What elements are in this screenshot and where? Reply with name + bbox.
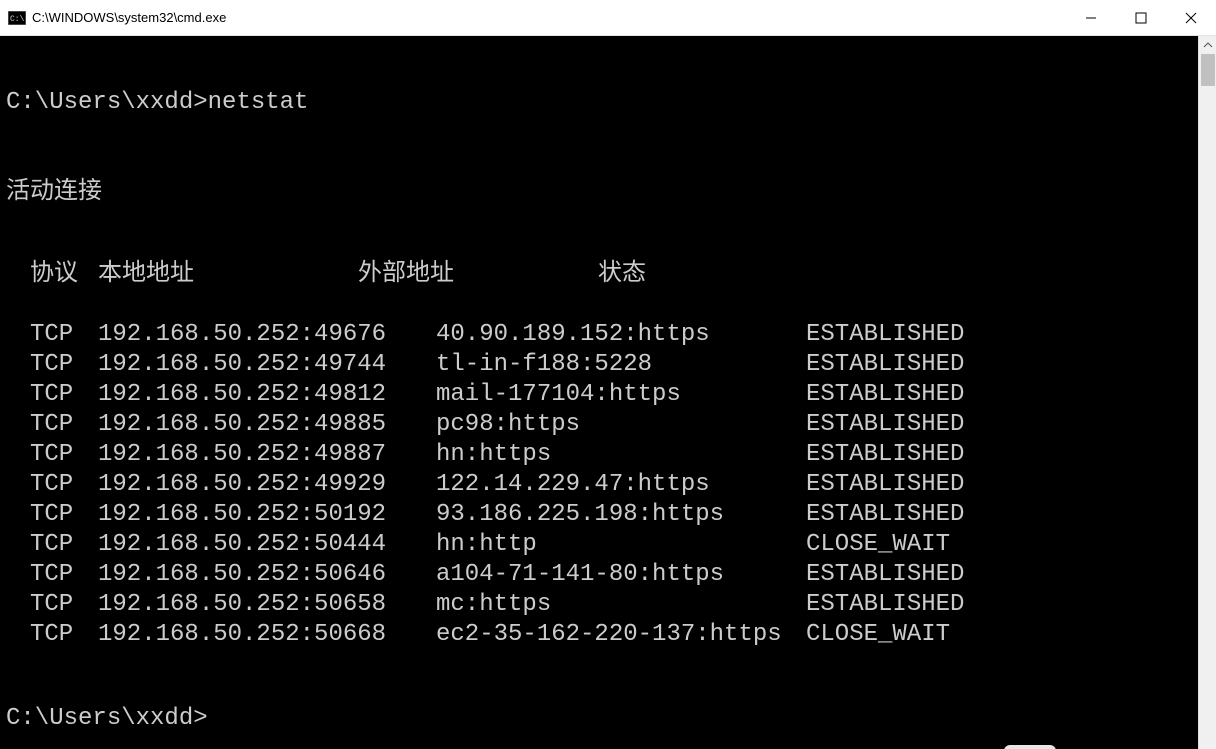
- connection-row: TCP192.168.50.252:50668ec2-35-162-220-13…: [6, 620, 1198, 650]
- cell-state: CLOSE_WAIT: [806, 620, 950, 650]
- cell-proto: TCP: [6, 560, 98, 590]
- cell-foreign: pc98:https: [436, 410, 806, 440]
- cell-proto: TCP: [6, 350, 98, 380]
- cell-foreign: tl-in-f188:5228: [436, 350, 806, 380]
- header-proto: 协议: [6, 260, 98, 290]
- cell-proto: TCP: [6, 620, 98, 650]
- cell-local: 192.168.50.252:50444: [98, 530, 436, 560]
- scroll-up-button[interactable]: [1199, 36, 1216, 54]
- cell-proto: TCP: [6, 440, 98, 470]
- connection-row: TCP192.168.50.252:49887hn:httpsESTABLISH…: [6, 440, 1198, 470]
- cell-local: 192.168.50.252:50646: [98, 560, 436, 590]
- client-area: C:\Users\xxdd>netstat 活动连接 协议本地地址外部地址状态 …: [0, 36, 1216, 749]
- cell-proto: TCP: [6, 500, 98, 530]
- connection-row: TCP192.168.50.252:49744tl-in-f188:5228ES…: [6, 350, 1198, 380]
- cell-state: ESTABLISHED: [806, 350, 964, 380]
- cell-state: ESTABLISHED: [806, 380, 964, 410]
- column-headers: 协议本地地址外部地址状态: [6, 260, 1198, 290]
- connection-row: TCP192.168.50.252:50658mc:httpsESTABLISH…: [6, 590, 1198, 620]
- cell-foreign: hn:https: [436, 440, 806, 470]
- cell-proto: TCP: [6, 530, 98, 560]
- terminal-output[interactable]: C:\Users\xxdd>netstat 活动连接 协议本地地址外部地址状态 …: [0, 36, 1198, 749]
- cell-local: 192.168.50.252:49744: [98, 350, 436, 380]
- svg-text:C:\: C:\: [10, 15, 25, 24]
- scroll-track[interactable]: [1199, 54, 1216, 749]
- prompt-path: C:\Users\xxdd>: [6, 89, 208, 116]
- window-title: C:\WINDOWS\system32\cmd.exe: [32, 10, 226, 25]
- minimize-button[interactable]: [1066, 0, 1116, 36]
- prompt-path: C:\Users\xxdd>: [6, 705, 208, 732]
- cell-foreign: mc:https: [436, 590, 806, 620]
- cell-foreign: ec2-35-162-220-137:https: [436, 620, 806, 650]
- watermark-badge: 头条: [1004, 745, 1056, 749]
- cell-state: ESTABLISHED: [806, 410, 964, 440]
- titlebar[interactable]: C:\ C:\WINDOWS\system32\cmd.exe: [0, 0, 1216, 36]
- cell-proto: TCP: [6, 320, 98, 350]
- prompt-line-2: C:\Users\xxdd>: [6, 704, 1198, 734]
- cell-local: 192.168.50.252:49887: [98, 440, 436, 470]
- cell-proto: TCP: [6, 380, 98, 410]
- connection-row: TCP192.168.50.252:49812mail-177104:https…: [6, 380, 1198, 410]
- watermark: 头条 @微课传媒: [1004, 743, 1194, 749]
- vertical-scrollbar[interactable]: [1198, 36, 1216, 749]
- command-text: netstat: [208, 89, 309, 116]
- cell-local: 192.168.50.252:49676: [98, 320, 436, 350]
- cell-local: 192.168.50.252:50658: [98, 590, 436, 620]
- cmd-window: C:\ C:\WINDOWS\system32\cmd.exe C:\Users…: [0, 0, 1216, 749]
- cell-foreign: mail-177104:https: [436, 380, 806, 410]
- cell-state: ESTABLISHED: [806, 440, 964, 470]
- header-local: 本地地址: [98, 260, 358, 290]
- cell-proto: TCP: [6, 470, 98, 500]
- section-title: 活动连接: [6, 178, 1198, 208]
- cell-state: ESTABLISHED: [806, 320, 964, 350]
- cell-foreign: 93.186.225.198:https: [436, 500, 806, 530]
- cell-state: CLOSE_WAIT: [806, 530, 950, 560]
- maximize-button[interactable]: [1116, 0, 1166, 36]
- cell-state: ESTABLISHED: [806, 590, 964, 620]
- connection-row: TCP192.168.50.252:4967640.90.189.152:htt…: [6, 320, 1198, 350]
- connection-row: TCP192.168.50.252:49929122.14.229.47:htt…: [6, 470, 1198, 500]
- connection-row: TCP192.168.50.252:5019293.186.225.198:ht…: [6, 500, 1198, 530]
- cell-state: ESTABLISHED: [806, 470, 964, 500]
- connection-row: TCP192.168.50.252:50646a104-71-141-80:ht…: [6, 560, 1198, 590]
- cell-state: ESTABLISHED: [806, 560, 964, 590]
- watermark-text: @微课传媒: [1064, 743, 1194, 749]
- scroll-thumb[interactable]: [1201, 54, 1215, 86]
- header-foreign: 外部地址: [358, 260, 598, 290]
- cell-foreign: hn:http: [436, 530, 806, 560]
- cell-local: 192.168.50.252:49885: [98, 410, 436, 440]
- cell-proto: TCP: [6, 590, 98, 620]
- cell-foreign: 122.14.229.47:https: [436, 470, 806, 500]
- cell-local: 192.168.50.252:50668: [98, 620, 436, 650]
- cell-foreign: 40.90.189.152:https: [436, 320, 806, 350]
- connection-row: TCP192.168.50.252:50444hn:httpCLOSE_WAIT: [6, 530, 1198, 560]
- close-button[interactable]: [1166, 0, 1216, 36]
- cell-state: ESTABLISHED: [806, 500, 964, 530]
- connection-row: TCP192.168.50.252:49885pc98:httpsESTABLI…: [6, 410, 1198, 440]
- header-state: 状态: [598, 260, 646, 290]
- cmd-icon: C:\: [8, 10, 26, 26]
- cell-proto: TCP: [6, 410, 98, 440]
- cell-local: 192.168.50.252:50192: [98, 500, 436, 530]
- cell-local: 192.168.50.252:49929: [98, 470, 436, 500]
- prompt-line-1: C:\Users\xxdd>netstat: [6, 88, 1198, 118]
- cell-foreign: a104-71-141-80:https: [436, 560, 806, 590]
- cell-local: 192.168.50.252:49812: [98, 380, 436, 410]
